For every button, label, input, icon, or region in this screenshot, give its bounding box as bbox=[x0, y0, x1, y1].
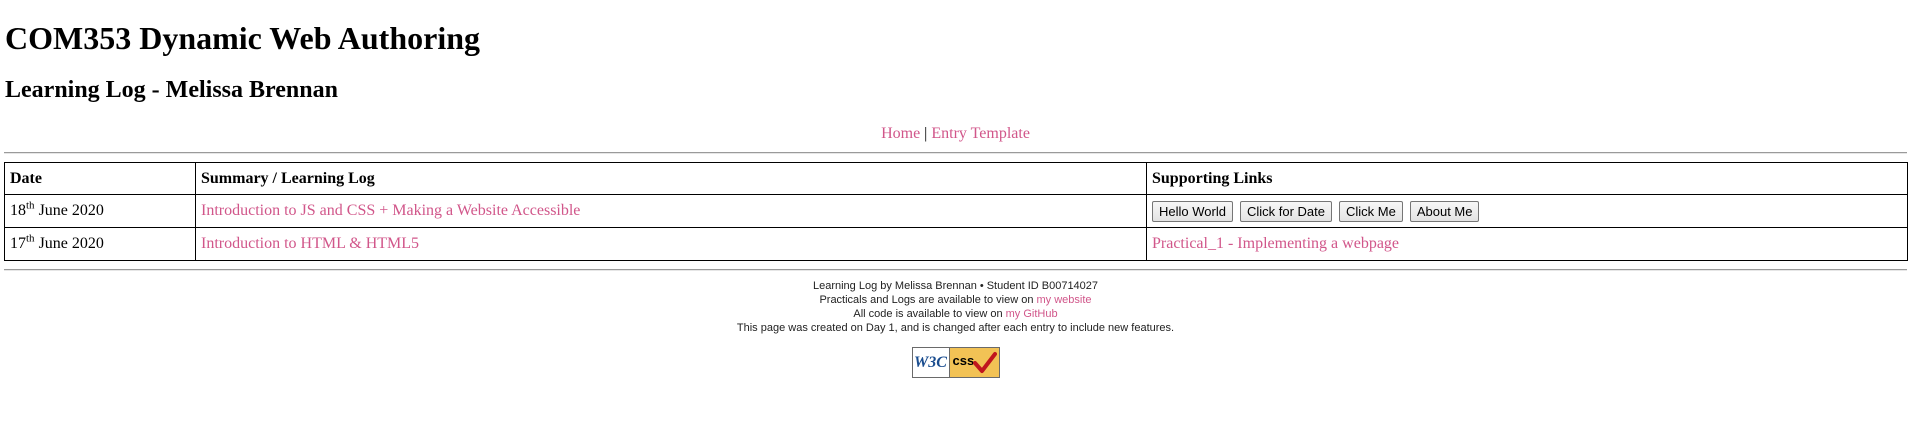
nav-link-entry-template[interactable]: Entry Template bbox=[931, 125, 1030, 142]
supporting-links-cell: Practical_1 - Implementing a webpage bbox=[1146, 227, 1908, 261]
css-label: css bbox=[952, 353, 975, 368]
summary-cell: Introduction to HTML & HTML5 bbox=[195, 227, 1147, 261]
divider-bottom bbox=[4, 269, 1907, 271]
table-row: 17th June 2020 Introduction to HTML & HT… bbox=[4, 227, 1908, 261]
footer-student-id: Student ID B00714027 bbox=[986, 280, 1099, 292]
page: COM353 Dynamic Web Authoring Learning Lo… bbox=[0, 18, 1911, 382]
date-suffix: th bbox=[26, 199, 35, 212]
footer-line-website: Practicals and Logs are available to vie… bbox=[4, 293, 1907, 307]
table-header-row: Date Summary / Learning Log Supporting L… bbox=[4, 162, 1908, 195]
column-header-links: Supporting Links bbox=[1146, 162, 1908, 195]
summary-link[interactable]: Introduction to HTML & HTML5 bbox=[201, 235, 419, 252]
nav-link-home[interactable]: Home bbox=[881, 125, 920, 142]
column-header-summary: Summary / Learning Log bbox=[195, 162, 1147, 195]
practical-link[interactable]: Practical_1 - Implementing a webpage bbox=[1152, 235, 1399, 252]
nav-separator: | bbox=[924, 125, 928, 142]
summary-cell: Introduction to JS and CSS + Making a We… bbox=[195, 194, 1147, 228]
footer-line-github: All code is available to view on my GitH… bbox=[4, 307, 1907, 321]
date-rest: June 2020 bbox=[38, 235, 104, 252]
date-cell: 18th June 2020 bbox=[4, 194, 196, 228]
date-rest: June 2020 bbox=[38, 202, 104, 219]
about-me-button[interactable]: About Me bbox=[1409, 200, 1480, 222]
supporting-links-cell: Hello World Click for Date Click Me Abou… bbox=[1146, 194, 1908, 228]
footer-line-author: Learning Log by Melissa Brennan • Student … bbox=[4, 279, 1907, 293]
footer-github-text: All code is available to view on bbox=[853, 308, 1003, 320]
table-row: 18th June 2020 Introduction to JS and CS… bbox=[4, 194, 1908, 228]
date-suffix: th bbox=[26, 232, 35, 245]
click-me-button[interactable]: Click Me bbox=[1338, 200, 1403, 222]
w3c-css-validator-badge[interactable]: W3C css bbox=[911, 347, 1000, 378]
footer-github-link[interactable]: my GitHub bbox=[1006, 308, 1058, 320]
footer: Learning Log by Melissa Brennan • Student … bbox=[4, 279, 1907, 382]
footer-website-text: Practicals and Logs are available to vie… bbox=[819, 294, 1034, 306]
summary-link[interactable]: Introduction to JS and CSS + Making a We… bbox=[201, 202, 580, 219]
footer-author: Learning Log by Melissa Brennan bbox=[812, 280, 977, 292]
nav-bar: Home | Entry Template bbox=[4, 124, 1907, 144]
footer-bullet: • bbox=[979, 280, 984, 292]
learning-log-table: Date Summary / Learning Log Supporting L… bbox=[4, 162, 1908, 261]
checkmark-icon bbox=[972, 352, 997, 373]
date-day: 18 bbox=[10, 202, 26, 219]
date-day: 17 bbox=[10, 235, 26, 252]
hello-world-button[interactable]: Hello World bbox=[1152, 200, 1233, 222]
date-cell: 17th June 2020 bbox=[4, 227, 196, 261]
w3c-logo: W3C bbox=[912, 348, 950, 377]
click-for-date-button[interactable]: Click for Date bbox=[1239, 200, 1332, 222]
footer-line-notice: This page was created on Day 1, and is c… bbox=[736, 322, 1175, 334]
footer-website-link[interactable]: my website bbox=[1037, 294, 1092, 306]
divider-top bbox=[4, 152, 1907, 154]
page-title: COM353 Dynamic Web Authoring bbox=[5, 20, 480, 56]
page-subtitle: Learning Log - Melissa Brennan bbox=[5, 77, 338, 103]
column-header-date: Date bbox=[4, 162, 196, 195]
